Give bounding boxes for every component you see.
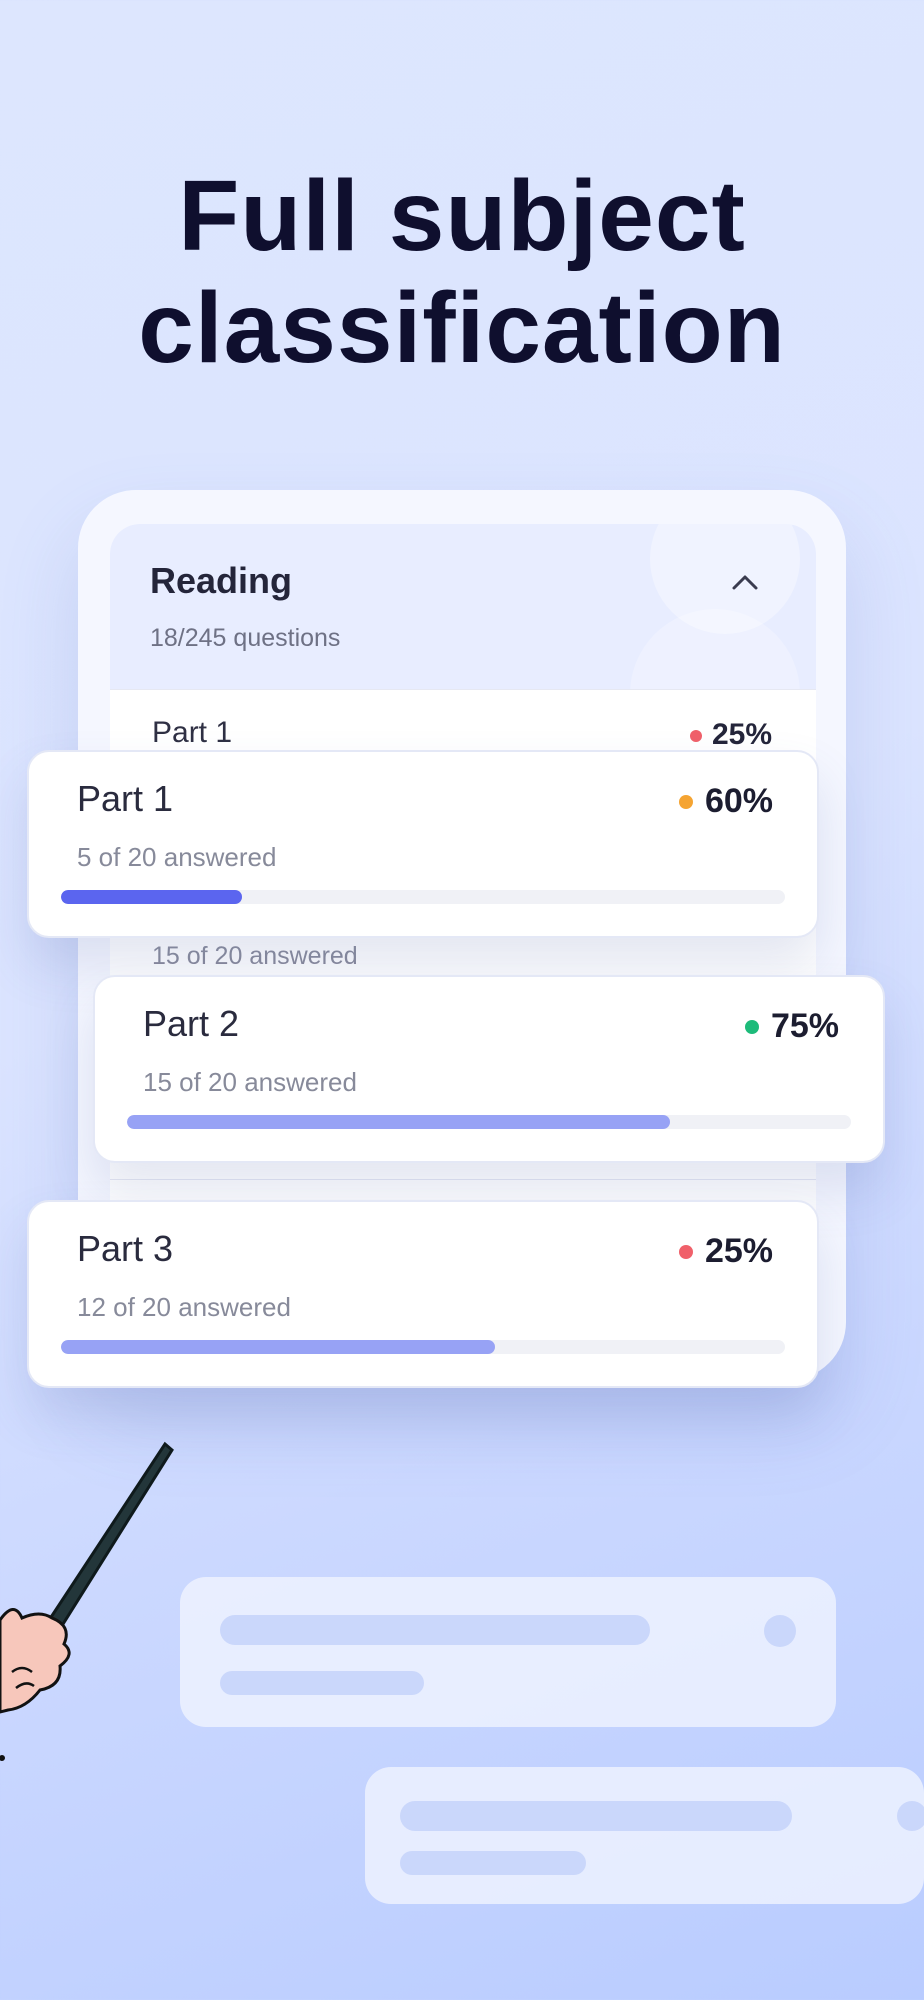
chevron-up-icon[interactable]	[730, 568, 760, 598]
part-card-percent: 60%	[678, 782, 773, 821]
headline-line-1: Full subject	[178, 160, 746, 272]
part-answered: 15 of 20 answered	[152, 942, 358, 970]
placeholder-card	[365, 1767, 924, 1904]
part-card-percent-value: 60%	[704, 782, 773, 820]
part-card[interactable]: Part 3 12 of 20 answered 25%	[27, 1200, 819, 1388]
placeholder-line	[220, 1615, 650, 1645]
part-card-answered: 15 of 20 answered	[143, 1067, 357, 1097]
headline-line-2: classification	[138, 272, 786, 384]
placeholder-card	[180, 1577, 836, 1727]
section-title: Reading	[150, 560, 293, 601]
part-label: Part 1	[152, 716, 233, 749]
placeholder-dot	[764, 1615, 796, 1647]
part-card-answered: 12 of 20 answered	[77, 1292, 291, 1322]
part-percent-value: 25%	[711, 718, 772, 751]
part-card[interactable]: Part 1 5 of 20 answered 60%	[27, 750, 819, 938]
part-card-percent: 25%	[678, 1232, 773, 1271]
part-card-percent: 75%	[744, 1007, 839, 1046]
status-dot	[689, 730, 702, 743]
part-card-percent-value: 75%	[770, 1007, 839, 1045]
placeholder-line	[400, 1801, 792, 1831]
progress-track	[61, 890, 785, 904]
progress-track	[127, 1115, 851, 1129]
status-dot	[678, 794, 693, 809]
status-dot	[678, 1244, 693, 1259]
headline: Full subject classification	[0, 160, 924, 384]
part-card-percent-value: 25%	[704, 1232, 773, 1270]
part-percent: 25%	[689, 718, 772, 752]
section-header[interactable]: Reading 18/245 questions	[110, 524, 816, 689]
section-question-count: 18/245 questions	[150, 624, 341, 652]
progress-fill	[61, 1340, 496, 1354]
placeholder-line	[400, 1851, 586, 1875]
status-dot	[744, 1019, 759, 1034]
part-card-title: Part 1	[77, 778, 174, 819]
progress-track	[61, 1340, 785, 1354]
hand-pointer-icon	[0, 1441, 174, 1761]
part-card[interactable]: Part 2 15 of 20 answered 75%	[93, 975, 885, 1163]
part-card-title: Part 2	[143, 1003, 240, 1044]
progress-fill	[127, 1115, 670, 1129]
placeholder-line	[220, 1671, 424, 1695]
decor-circle	[630, 609, 800, 689]
progress-fill	[61, 890, 242, 904]
placeholder-dot	[897, 1801, 924, 1831]
part-card-answered: 5 of 20 answered	[77, 842, 277, 872]
part-card-title: Part 3	[77, 1228, 174, 1269]
